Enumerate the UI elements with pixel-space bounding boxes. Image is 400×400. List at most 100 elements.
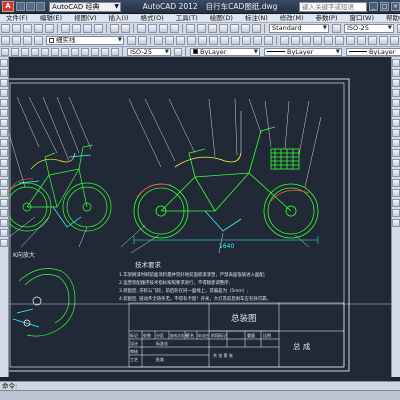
trim-icon[interactable] — [379, 36, 388, 45]
lineweight-combo[interactable]: ByLayer▼ — [346, 47, 400, 56]
layer-previous-icon[interactable] — [138, 36, 147, 45]
calculator-icon[interactable] — [241, 24, 250, 33]
workspace-combo[interactable]: AutoCAD 经典 ▼ — [49, 1, 121, 12]
minimize-icon[interactable]: _ — [369, 2, 378, 11]
text-style-icon[interactable] — [332, 24, 341, 33]
leader-icon[interactable] — [81, 47, 89, 56]
text-icon[interactable] — [220, 36, 229, 45]
menu-format[interactable]: 格式(O) — [135, 14, 170, 23]
cut-icon[interactable] — [61, 24, 70, 33]
zoom-realtime-icon[interactable] — [148, 24, 157, 33]
layer-combo[interactable]: 细实线 ▼ — [46, 36, 124, 45]
quick-dim-icon[interactable] — [51, 47, 59, 56]
design-center-icon[interactable] — [197, 24, 206, 33]
circle-icon[interactable] — [176, 36, 185, 45]
extend-tool-icon[interactable] — [392, 159, 400, 167]
new-icon[interactable] — [1, 24, 10, 33]
menu-view[interactable]: 视图(V) — [68, 14, 103, 23]
construction-line-icon[interactable] — [0, 69, 8, 77]
point-tool-icon[interactable] — [0, 189, 8, 197]
rotate-tool-icon[interactable] — [392, 119, 400, 127]
print-icon[interactable] — [34, 24, 43, 33]
spline-icon[interactable] — [0, 139, 8, 147]
table-tool-icon[interactable] — [0, 229, 8, 237]
scale-icon[interactable] — [357, 36, 366, 45]
make-current-icon[interactable] — [127, 36, 136, 45]
trim-tool-icon[interactable] — [392, 149, 400, 157]
join-icon[interactable] — [392, 189, 400, 197]
menu-file[interactable]: 文件(F) — [0, 14, 34, 23]
insert-block-icon[interactable] — [0, 169, 8, 177]
tolerance-icon[interactable] — [91, 47, 99, 56]
polygon-icon[interactable] — [0, 89, 8, 97]
properties-icon[interactable] — [186, 24, 195, 33]
stretch-icon[interactable] — [368, 36, 377, 45]
line-tool-icon[interactable] — [0, 59, 8, 67]
menu-modify[interactable]: 修改(M) — [274, 14, 310, 23]
save-icon[interactable] — [23, 24, 32, 33]
menu-edit[interactable]: 编辑(E) — [34, 14, 68, 23]
drawing-area[interactable]: 1640 K向放大 技术要求 1.车架刷漆时刷前面涂料量并完好地前面喷漆漆塑，严… — [9, 57, 391, 381]
break-point-icon[interactable] — [392, 169, 400, 177]
zoom-window-icon[interactable] — [159, 24, 168, 33]
dim-angular-icon[interactable] — [41, 47, 49, 56]
menu-dimension[interactable]: 标注(N) — [239, 14, 274, 23]
mirror-tool-icon[interactable] — [392, 79, 400, 87]
erase-icon[interactable] — [280, 36, 289, 45]
linetype-combo[interactable]: ByLayer ▼ — [264, 47, 342, 56]
polyline-tool-icon[interactable] — [0, 79, 8, 87]
circle-tool-icon[interactable] — [0, 119, 8, 127]
rectangle-tool-icon[interactable] — [0, 99, 8, 107]
preview-icon[interactable] — [45, 24, 54, 33]
table-icon[interactable] — [264, 36, 273, 45]
dim-style-combo-2[interactable]: ISO-25 ▼ — [127, 47, 171, 56]
redo-icon[interactable] — [121, 24, 130, 33]
command-line[interactable]: 命令: — [0, 381, 400, 390]
array-tool-icon[interactable] — [392, 99, 400, 107]
rotate-icon[interactable] — [346, 36, 355, 45]
ellipse-arc-icon[interactable] — [0, 159, 8, 167]
dim-style-icon[interactable] — [174, 47, 182, 56]
close-icon[interactable]: × — [391, 2, 400, 11]
dim-diameter-icon[interactable] — [31, 47, 39, 56]
baseline-dim-icon[interactable] — [61, 47, 69, 56]
paste-icon[interactable] — [83, 24, 92, 33]
point-icon[interactable] — [253, 36, 262, 45]
qa-save-icon[interactable] — [36, 2, 45, 11]
zoom-previous-icon[interactable] — [170, 24, 179, 33]
qa-new-icon[interactable] — [16, 2, 25, 11]
dim-radius-icon[interactable] — [21, 47, 29, 56]
hatch-icon[interactable] — [209, 36, 218, 45]
mtext-icon[interactable] — [0, 239, 8, 247]
center-mark-icon[interactable] — [101, 47, 109, 56]
fillet-tool-icon[interactable] — [392, 209, 400, 217]
arc-icon[interactable] — [187, 36, 196, 45]
menu-tools[interactable]: 工具(T) — [170, 14, 204, 23]
undo-icon[interactable] — [110, 24, 119, 33]
chamfer-tool-icon[interactable] — [392, 199, 400, 207]
bulb-icon[interactable] — [12, 36, 21, 45]
autocad-logo-icon[interactable]: A — [2, 1, 14, 12]
gradient-icon[interactable] — [0, 209, 8, 217]
explode-tool-icon[interactable] — [392, 219, 400, 227]
menu-insert[interactable]: 插入(I) — [103, 14, 135, 23]
offset-icon[interactable] — [313, 36, 322, 45]
line-icon[interactable] — [154, 36, 163, 45]
lock-icon[interactable] — [34, 36, 43, 45]
move-icon[interactable] — [335, 36, 344, 45]
search-input[interactable]: 键入关键字或短语 — [299, 1, 367, 12]
menu-help[interactable]: 帮助(H) — [380, 14, 400, 23]
menu-parametric[interactable]: 参数(P) — [309, 14, 343, 23]
break-tool-icon[interactable] — [392, 179, 400, 187]
qa-open-icon[interactable] — [26, 2, 35, 11]
region-icon[interactable] — [0, 219, 8, 227]
polyline-icon[interactable] — [165, 36, 174, 45]
dim-style-combo[interactable]: ISO-25 ▼ — [344, 24, 394, 33]
tool-palette-icon[interactable] — [208, 24, 217, 33]
make-block-icon[interactable] — [0, 179, 8, 187]
open-icon[interactable] — [12, 24, 21, 33]
match-properties-icon[interactable] — [94, 24, 103, 33]
array-icon[interactable] — [324, 36, 333, 45]
block-icon[interactable] — [231, 36, 240, 45]
revcloud-icon[interactable] — [0, 129, 8, 137]
